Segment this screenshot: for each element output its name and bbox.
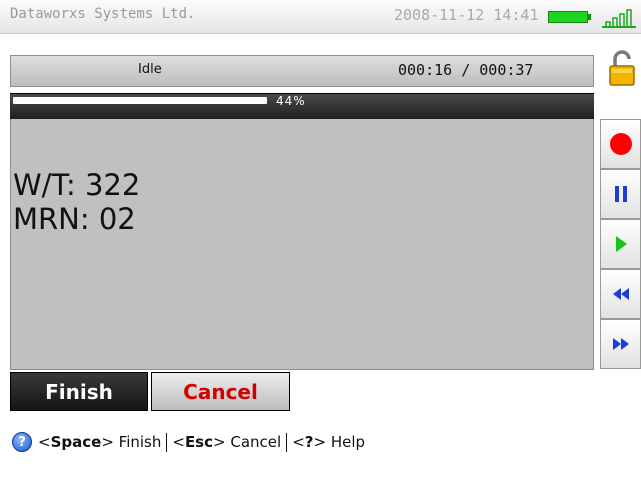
help-key: ? [304,433,314,451]
separator [166,432,168,452]
rewind-icon [612,288,629,300]
fast-forward-icon [612,338,629,350]
esc-key: Esc [184,433,214,451]
esc-hint: <Esc> Cancel [172,433,282,451]
progress-fill [13,97,267,104]
space-action: Finish [118,433,162,451]
signal-strength-icon [602,9,636,28]
pause-button[interactable] [600,169,641,219]
play-button[interactable] [600,219,641,269]
help-bar: ? <Space> Finish <Esc> Cancel <?> Help [12,431,365,453]
elapsed-time: 000:16 / 000:37 [398,61,534,79]
record-icon [609,133,632,155]
help-action: Help [330,433,366,451]
worktype-text: W/T: 322 [13,168,141,202]
finish-button[interactable]: Finish [10,372,148,411]
battery-full-icon [548,11,588,23]
record-button[interactable] [600,119,641,169]
cancel-button[interactable]: Cancel [151,372,290,411]
padlock-icon[interactable] [608,49,636,87]
fast-forward-button[interactable] [600,319,641,369]
help-icon[interactable]: ? [12,432,32,452]
pause-icon [614,186,627,202]
space-hint: <Space> Finish [38,433,162,451]
display-area [10,119,594,370]
rewind-button[interactable] [600,269,641,319]
help-hint: <?> Help [292,433,366,451]
play-icon [615,236,627,252]
company-name: Dataworxs Systems Ltd. [10,6,196,22]
recorder-state: Idle [138,62,162,77]
esc-action: Cancel [230,433,282,451]
progress-label: 44% [276,94,306,108]
space-key: Space [50,433,102,451]
mrn-text: MRN: 02 [13,202,136,236]
battery-cap [588,14,591,20]
separator [286,432,288,452]
date-time: 2008-11-12 14:41 [394,6,539,24]
